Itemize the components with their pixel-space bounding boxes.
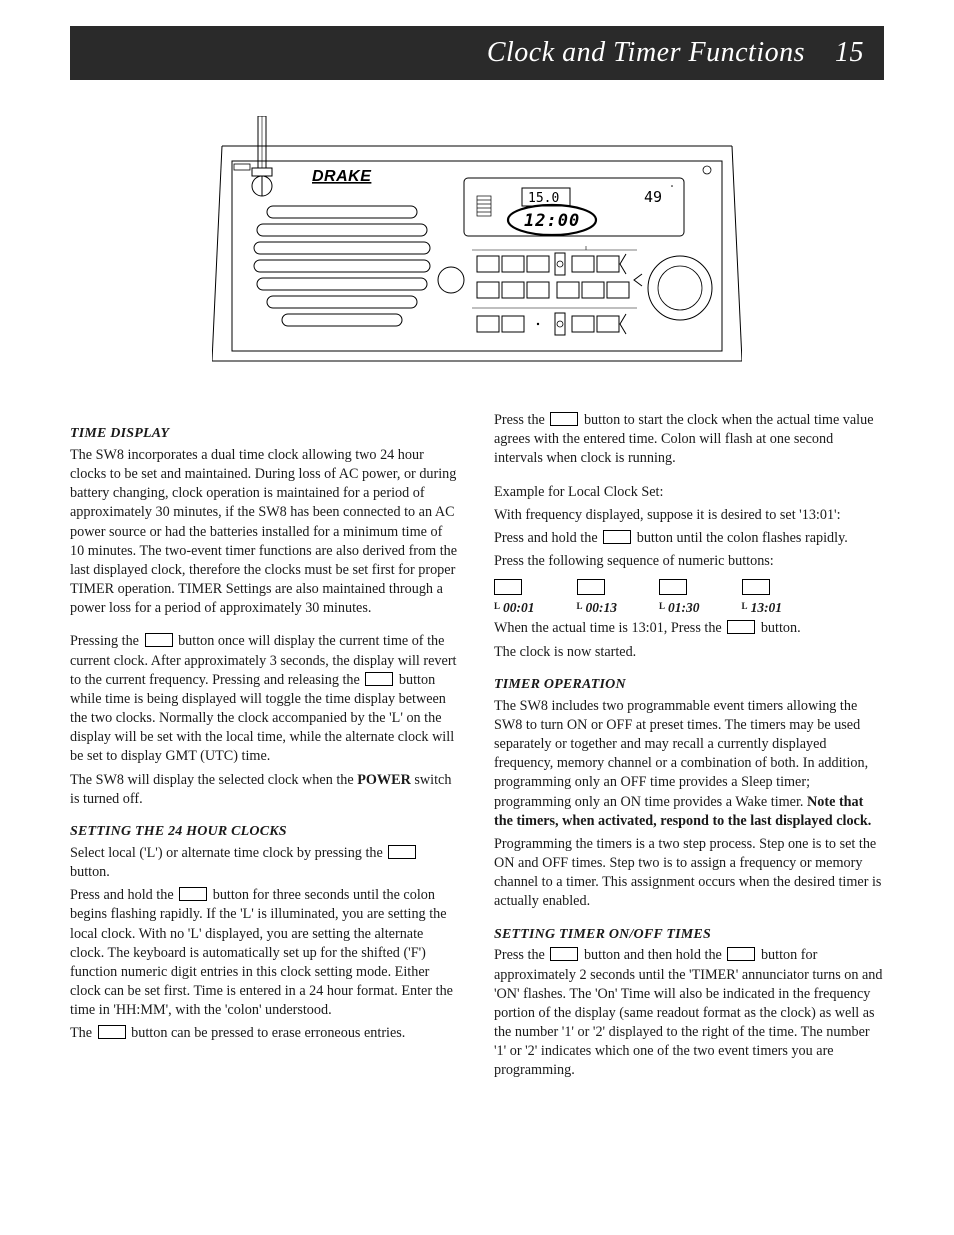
button-placeholder-icon [550, 947, 578, 961]
button-placeholder-icon [727, 620, 755, 634]
body-text: Press and hold the button for three seco… [70, 886, 460, 1020]
sequence-item: L00:13 [577, 579, 618, 617]
chapter-header: Clock and Timer Functions 15 [70, 26, 884, 80]
body-text: Pressing the button once will display th… [70, 632, 460, 766]
body-text: Programming the timers is a two step pro… [494, 835, 884, 912]
brand-label: DRAKE [312, 168, 372, 185]
display-freq1: 15.0 [528, 191, 559, 206]
sequence-item: L13:01 [742, 579, 783, 617]
body-text: Select local ('L') or alternate time clo… [70, 844, 460, 882]
right-column: Press the button to start the clock when… [494, 411, 884, 1085]
section-heading-setting-timer: SETTING TIMER ON/OFF TIMES [494, 926, 884, 945]
page-number: 15 [835, 37, 864, 69]
speaker-grille [252, 203, 432, 326]
button-placeholder-icon [494, 579, 522, 595]
illustration-container: DRAKE 1 [70, 116, 884, 381]
body-text: Press and hold the button until the colo… [494, 529, 884, 548]
body-text: Press the following sequence of numeric … [494, 552, 884, 571]
button-placeholder-icon [550, 412, 578, 426]
sequence-label: L00:13 [577, 599, 618, 617]
body-columns: TIME DISPLAY The SW8 incorporates a dual… [70, 411, 884, 1085]
body-text: The SW8 incorporates a dual time clock a… [70, 446, 460, 619]
sequence-label: L00:01 [494, 599, 535, 617]
button-placeholder-icon [577, 579, 605, 595]
section-heading-time-display: TIME DISPLAY [70, 425, 460, 444]
body-text: The SW8 includes two programmable event … [494, 697, 884, 831]
body-text: When the actual time is 13:01, Press the… [494, 619, 884, 638]
body-text: With frequency displayed, suppose it is … [494, 506, 884, 525]
section-heading-timer-operation: TIMER OPERATION [494, 676, 884, 695]
radio-illustration: DRAKE 1 [212, 116, 742, 381]
button-placeholder-icon [603, 530, 631, 544]
sequence-label: L01:30 [659, 599, 700, 617]
body-text: The clock is now started. [494, 643, 884, 662]
body-text: The SW8 will display the selected clock … [70, 771, 460, 809]
power-label: POWER [357, 772, 411, 788]
body-text: Press the button to start the clock when… [494, 411, 884, 469]
button-placeholder-icon [388, 845, 416, 859]
button-placeholder-icon [98, 1025, 126, 1039]
left-column: TIME DISPLAY The SW8 incorporates a dual… [70, 411, 460, 1085]
keypad [472, 246, 637, 335]
body-text: The button can be pressed to erase erron… [70, 1024, 460, 1043]
chapter-title: Clock and Timer Functions [487, 37, 805, 69]
sequence-label: L13:01 [742, 599, 783, 617]
button-placeholder-icon [659, 579, 687, 595]
sequence-item: L01:30 [659, 579, 700, 617]
sequence-row: L00:01 L00:13 L01:30 L13:01 [494, 579, 884, 617]
body-text: Example for Local Clock Set: [494, 483, 884, 502]
button-placeholder-icon [145, 633, 173, 647]
section-heading-setting-clocks: SETTING THE 24 HOUR CLOCKS [70, 823, 460, 842]
page: Clock and Timer Functions 15 DRAKE [0, 0, 954, 1135]
signal-bars-icon [477, 196, 491, 216]
sequence-item: L00:01 [494, 579, 535, 617]
button-placeholder-icon [742, 579, 770, 595]
button-placeholder-icon [365, 672, 393, 686]
button-placeholder-icon [727, 947, 755, 961]
button-placeholder-icon [179, 887, 207, 901]
body-text: Press the button and then hold the butto… [494, 946, 884, 1080]
display-clock: 12:00 [524, 211, 580, 231]
display-freq2: 49 [644, 188, 662, 206]
